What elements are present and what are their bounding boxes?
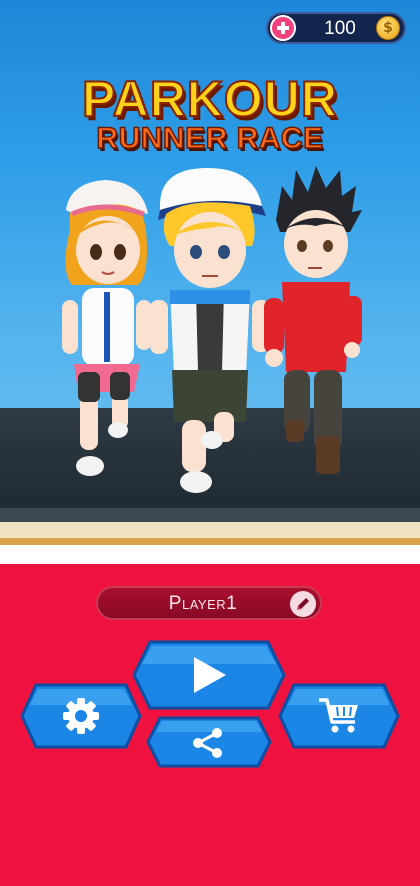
coin-amount: 100 (324, 18, 356, 39)
share-button[interactable] (146, 716, 272, 768)
logo-title: PARKOUR (81, 70, 339, 128)
cart-icon (319, 698, 358, 733)
plus-icon[interactable] (270, 15, 296, 41)
play-button[interactable] (132, 640, 286, 710)
pencil-icon[interactable] (290, 591, 316, 617)
settings-button[interactable] (20, 683, 142, 749)
play-icon (194, 657, 226, 693)
boy-runner (150, 168, 270, 493)
logo-subtitle: RUNNER RACE (96, 121, 324, 156)
game-logo: PARKOUR RUNNER RACE (60, 70, 360, 160)
game-scene: 100 $ PARKOUR RUNNER RACE (0, 0, 420, 545)
share-icon (193, 728, 222, 758)
currency-counter: 100 $ (266, 12, 406, 44)
coin-icon: $ (376, 16, 400, 40)
gear-icon (63, 698, 99, 734)
player-name-bar[interactable]: Player1 (96, 586, 322, 620)
girl-runner (62, 180, 152, 476)
spiky-boy-runner (264, 166, 362, 474)
player-name: Player1 (168, 593, 238, 614)
shop-button[interactable] (278, 683, 400, 749)
